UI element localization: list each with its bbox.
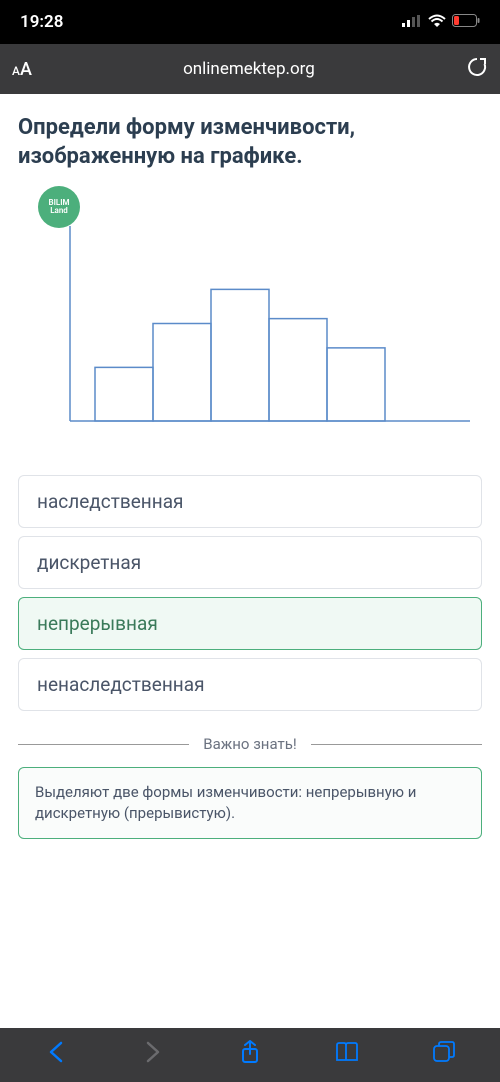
wifi-icon: [428, 12, 446, 32]
signal-icon: [402, 12, 422, 32]
chart-container: BILIM Land: [18, 191, 482, 455]
reload-icon[interactable]: [466, 56, 488, 83]
answer-option-2[interactable]: непрерывная: [18, 597, 482, 650]
tabs-icon[interactable]: [424, 1041, 464, 1069]
answer-option-3[interactable]: ненаследственная: [18, 658, 482, 711]
info-divider: Важно знать!: [18, 735, 482, 753]
forward-icon[interactable]: [133, 1041, 173, 1069]
bookmarks-icon[interactable]: [327, 1042, 367, 1068]
browser-address-bar[interactable]: AA onlinemektep.org: [0, 44, 500, 94]
status-right: [402, 12, 480, 32]
battery-icon: [452, 12, 480, 32]
answer-option-1[interactable]: дискретная: [18, 536, 482, 589]
url-display[interactable]: onlinemektep.org: [44, 59, 454, 79]
font-size-control[interactable]: AA: [12, 59, 32, 80]
answer-option-0[interactable]: наследственная: [18, 475, 482, 528]
bilim-land-logo: BILIM Land: [38, 186, 80, 228]
info-box: Выделяют две формы изменчивости: непреры…: [18, 767, 482, 839]
answer-options: наследственная дискретная непрерывная ненас…: [18, 475, 482, 711]
status-time: 19:28: [20, 12, 63, 32]
main-content: Определи форму изменчивости, изображенну…: [0, 94, 500, 1028]
bar-chart: [18, 191, 482, 451]
status-bar: 19:28: [0, 0, 500, 44]
browser-bottom-bar: [0, 1028, 500, 1082]
info-divider-label: Важно знать!: [203, 735, 296, 753]
back-icon[interactable]: [36, 1041, 76, 1069]
question-title: Определи форму изменчивости, изображенну…: [18, 114, 482, 171]
share-icon[interactable]: [230, 1040, 270, 1070]
